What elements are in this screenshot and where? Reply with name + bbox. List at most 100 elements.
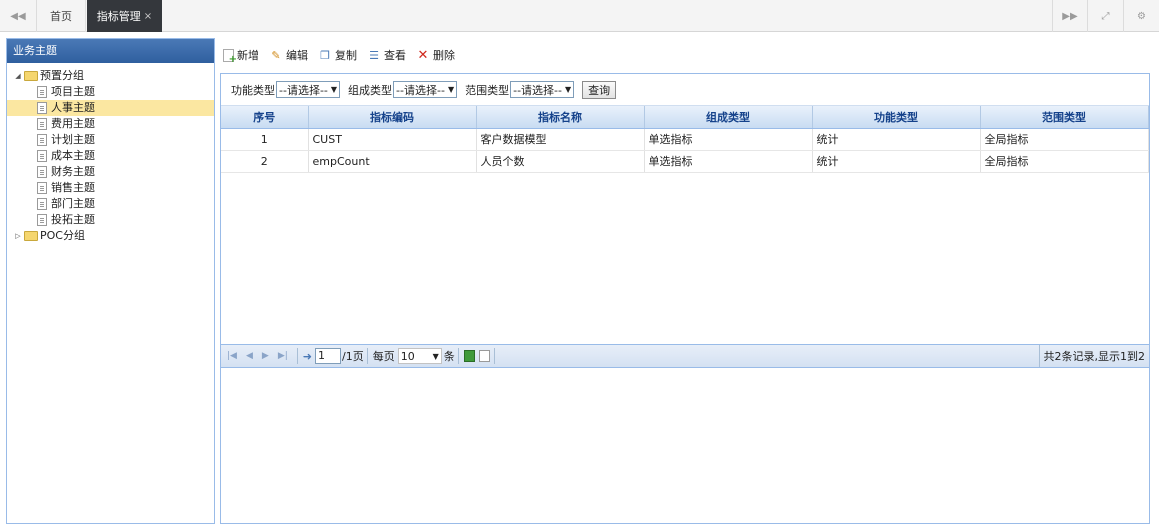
scroll-right-icon[interactable]: ▶▶ — [1052, 0, 1087, 32]
first-page-icon[interactable]: |◀ — [227, 351, 237, 361]
func-type-label: 功能类型 — [231, 83, 275, 97]
col-header-name[interactable]: 指标名称 — [476, 106, 645, 129]
tree-item[interactable]: 财务主题 — [7, 164, 214, 180]
tree-item[interactable]: 投拓主题 — [7, 212, 214, 228]
tree-item-label: 计划主题 — [51, 133, 95, 146]
col-header-func-type[interactable]: 功能类型 — [812, 106, 981, 129]
document-icon — [37, 86, 47, 98]
tab-active-label: 指标管理 — [96, 10, 141, 23]
prev-page-icon[interactable]: ◀ — [246, 351, 253, 361]
edit-button[interactable]: ✎ 编辑 — [269, 47, 308, 63]
cell-comp-type: 单选指标 — [644, 128, 813, 151]
tree-item-selected[interactable]: 人事主题 — [7, 100, 214, 116]
last-page-icon[interactable]: ▶| — [278, 351, 288, 361]
main-content: 新增 ✎编辑 ❐复制 ☰查看 ✕删除 功能类型 --请选择--▼ 组成类型 --… — [220, 38, 1150, 524]
gear-icon[interactable]: ⚙ — [1123, 0, 1159, 32]
go-arrow-icon[interactable]: ➜ — [303, 350, 312, 363]
page-size-value: 10 — [400, 349, 415, 363]
table-row[interactable]: 2 empCount 人员个数 单选指标 统计 全局指标 — [221, 150, 1149, 173]
toolbar: 新增 ✎ 编辑 ❐ 复制 ☰ 查看 ✕ 删除 — [220, 38, 1150, 72]
document-icon — [37, 102, 47, 114]
document-icon — [37, 182, 47, 194]
comp-type-select[interactable]: --请选择-- ▼ — [393, 81, 458, 98]
func-type-select[interactable]: --请选择-- ▼ — [276, 81, 341, 98]
fullscreen-icon[interactable]: ⤢ — [1087, 0, 1123, 32]
range-type-label: 范围类型 — [465, 83, 510, 97]
col-header-range-type[interactable]: 范围类型 — [980, 106, 1149, 129]
tree-item[interactable]: 计划主题 — [7, 132, 214, 148]
page-number-input[interactable]: 1 — [315, 348, 341, 364]
divider — [366, 348, 368, 364]
table-row[interactable]: 1 CUST 客户数据模型 单选指标 统计 全局指标 — [221, 128, 1149, 151]
edit-label: 编辑 — [286, 49, 308, 62]
divider — [296, 348, 298, 364]
divider — [493, 348, 495, 364]
per-page-label: 每页 — [372, 350, 395, 363]
filter-bar: 功能类型 --请选择-- ▼ 组成类型 --请选择-- ▼ 范围类型 --请选择--… — [221, 74, 1149, 106]
divider — [457, 348, 459, 364]
next-page-icon[interactable]: ▶ — [262, 351, 269, 361]
cell-name: 人员个数 — [476, 150, 645, 173]
folder-icon — [24, 71, 38, 81]
col-header-index[interactable]: 序号 — [221, 106, 309, 129]
document-icon — [37, 198, 47, 210]
range-type-value: --请选择-- — [513, 83, 562, 97]
expand-toggle-icon[interactable]: ◢ — [13, 68, 23, 84]
tree-item-label: 财务主题 — [51, 165, 95, 178]
list-icon: ☰ — [369, 48, 379, 62]
view-label: 查看 — [384, 49, 406, 62]
document-icon — [37, 118, 47, 130]
new-label: 新增 — [237, 49, 259, 62]
cell-func-type: 统计 — [812, 150, 981, 173]
col-header-comp-type[interactable]: 组成类型 — [644, 106, 813, 129]
tree-item-label: 成本主题 — [51, 149, 95, 162]
tree-item[interactable]: 部门主题 — [7, 196, 214, 212]
cell-index: 2 — [221, 150, 309, 173]
query-button[interactable]: 查询 — [582, 80, 617, 99]
tree-item[interactable]: 销售主题 — [7, 180, 214, 196]
export-document-icon[interactable] — [478, 350, 490, 362]
copy-icon: ❐ — [320, 48, 330, 62]
tree-group-label: POC分组 — [40, 229, 85, 242]
table-header-row: 序号 指标编码 指标名称 组成类型 功能类型 范围类型 — [221, 106, 1149, 129]
tree-item[interactable]: 成本主题 — [7, 148, 214, 164]
page-size-select[interactable]: 10 ▼ — [397, 348, 442, 364]
col-header-code[interactable]: 指标编码 — [308, 106, 477, 129]
tree-group-label: 预置分组 — [40, 69, 84, 82]
export-excel-icon[interactable] — [463, 350, 475, 362]
tab-home[interactable]: 首页 — [37, 0, 86, 32]
tree-item[interactable]: 项目主题 — [7, 84, 214, 100]
scroll-left-icon[interactable]: ◀◀ — [0, 0, 37, 32]
tree-item-label: 部门主题 — [51, 197, 95, 210]
collapse-toggle-icon[interactable]: ▷ — [13, 228, 23, 244]
range-type-select[interactable]: --请选择-- ▼ — [510, 81, 575, 98]
comp-type-label: 组成类型 — [348, 83, 393, 97]
tree-item-label: 投拓主题 — [51, 213, 95, 226]
func-type-value: --请选择-- — [279, 83, 328, 97]
close-icon[interactable]: × — [144, 11, 152, 22]
cell-code: empCount — [308, 150, 477, 173]
tree-group-preset[interactable]: ◢ 预置分组 — [7, 68, 214, 84]
view-button[interactable]: ☰ 查看 — [367, 47, 406, 63]
tab-home-label: 首页 — [50, 10, 72, 23]
copy-label: 复制 — [335, 49, 357, 62]
new-icon — [223, 48, 237, 65]
folder-icon — [24, 231, 38, 241]
document-icon — [37, 214, 47, 226]
cell-code: CUST — [308, 128, 477, 151]
copy-button[interactable]: ❐ 复制 — [318, 47, 357, 63]
tree-group-poc[interactable]: ▷ POC分组 — [7, 228, 214, 244]
top-tab-bar: ◀◀ 首页 指标管理 × ▶▶ ⤢ ⚙ — [0, 0, 1159, 32]
theme-tree: ◢ 预置分组 项目主题 人事主题 费用主题 计划主题 成本主题 财务主题 销售主… — [7, 63, 214, 244]
per-page-unit: 条 — [443, 350, 455, 363]
document-icon — [37, 166, 47, 178]
delete-button[interactable]: ✕ 删除 — [416, 47, 455, 63]
pagination-bar: |◀ ◀ ▶ ▶| ➜ 1 /1页 每页 10 ▼ 条 共2条记录,显示1到2 — [221, 344, 1149, 368]
tree-item-label: 人事主题 — [51, 101, 95, 114]
chevron-down-icon: ▼ — [564, 85, 572, 94]
total-pages-label: /1页 — [342, 350, 364, 363]
tree-item[interactable]: 费用主题 — [7, 116, 214, 132]
tab-indicator-management[interactable]: 指标管理 × — [87, 0, 162, 32]
new-button[interactable]: 新增 — [223, 47, 259, 65]
chevron-down-icon: ▼ — [432, 351, 439, 361]
